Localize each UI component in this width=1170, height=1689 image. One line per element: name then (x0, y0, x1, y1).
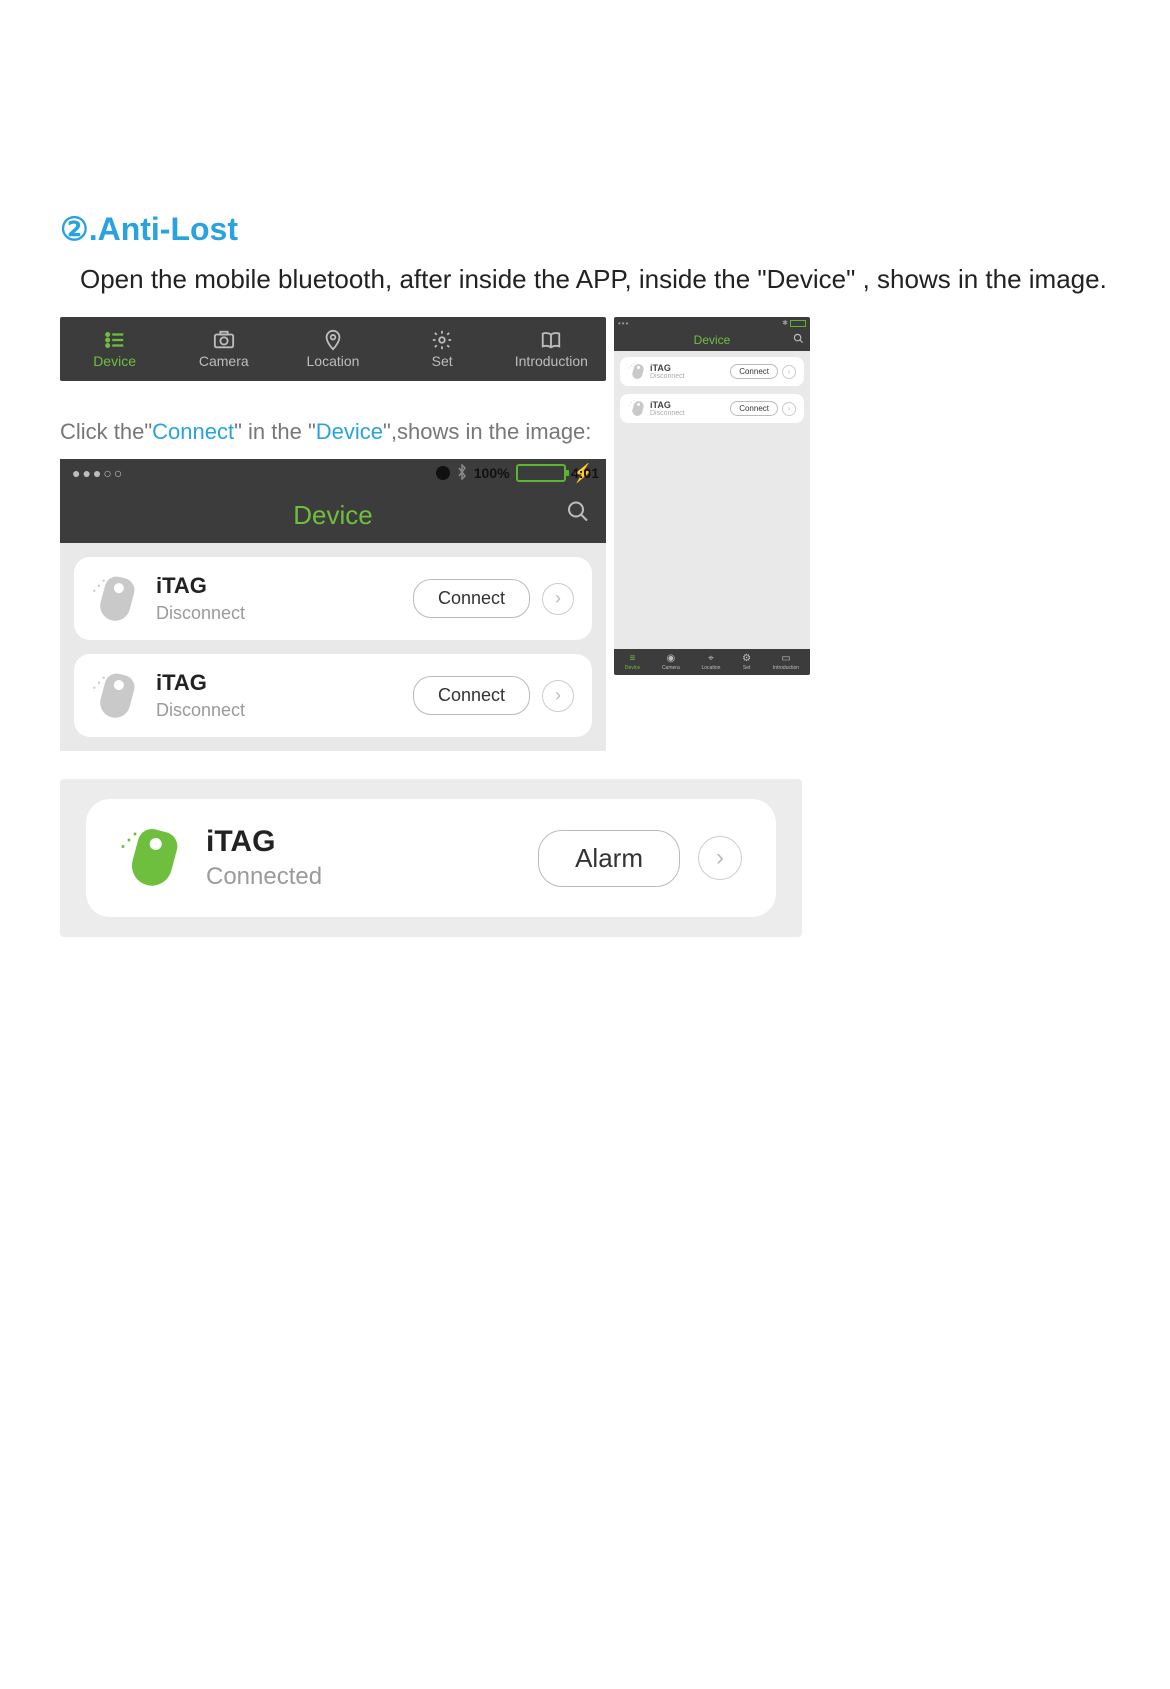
mini-device-row: ⋰ iTAG Disconnect Connect › (620, 357, 804, 386)
status-bar: ●●●○○ 4:01 100% ⚡ (60, 459, 606, 487)
nav-camera[interactable]: Camera (174, 329, 274, 369)
itag-icon: ⋰ (92, 674, 136, 718)
chevron-right-icon[interactable]: › (542, 680, 574, 712)
nav-device[interactable]: ≡Device (625, 653, 640, 671)
device-name: iTAG (650, 363, 730, 373)
mini-title-bar: Device (614, 329, 810, 351)
device-status: Disconnect (650, 373, 730, 380)
nav-label: Location (307, 353, 360, 369)
device-app-screenshot: ●●●○○ 4:01 100% ⚡ Device (60, 459, 606, 751)
nav-set[interactable]: Set (392, 329, 492, 369)
device-row: ⋰ iTAG Disconnect Connect › (74, 654, 592, 737)
device-list: ⋰ iTAG Disconnect Connect › ⋰ (60, 543, 606, 751)
device-status: Connected (206, 863, 538, 891)
search-icon[interactable] (566, 500, 590, 531)
connect-button[interactable]: Connect (413, 676, 530, 715)
location-icon (322, 329, 344, 351)
list-icon (104, 329, 126, 351)
chevron-right-icon[interactable]: › (698, 836, 742, 880)
mini-title: Device (694, 333, 731, 347)
nav-device[interactable]: Device (65, 329, 165, 369)
connected-row: ⋰ iTAG Connected Alarm › (86, 799, 776, 917)
nav-label: Device (93, 353, 136, 369)
itag-icon: ⋰ (92, 577, 136, 621)
top-nav-bar: Device Camera Location (60, 317, 606, 381)
device-name: iTAG (650, 400, 730, 410)
camera-icon: ◉ (666, 653, 675, 665)
app-title: Device (293, 500, 372, 531)
device-name: iTAG (206, 825, 538, 859)
book-icon (540, 329, 562, 351)
app-title-bar: Device (60, 487, 606, 543)
device-status: Disconnect (156, 603, 413, 624)
section-body: Open the mobile bluetooth, after inside … (80, 260, 1110, 299)
nav-location[interactable]: Location (283, 329, 383, 369)
mini-phone-screenshot: ••• ✱ Device ⋰ (614, 317, 810, 675)
list-icon: ≡ (630, 653, 636, 665)
nav-camera[interactable]: ◉Camera (662, 653, 680, 671)
mini-device-row: ⋰ iTAG Disconnect Connect › (620, 394, 804, 423)
connect-button[interactable]: Connect (413, 579, 530, 618)
connect-button[interactable]: Connect (730, 401, 778, 416)
alarm-button[interactable]: Alarm (538, 830, 680, 887)
connect-button[interactable]: Connect (730, 364, 778, 379)
nav-set[interactable]: ⚙Set (742, 653, 751, 671)
location-icon: ⌖ (708, 653, 714, 665)
mini-bottom-nav: ≡Device ◉Camera ⌖Location ⚙Set ▭Introduc… (614, 649, 810, 675)
search-icon[interactable] (793, 333, 804, 347)
mini-device-list: ⋰ iTAG Disconnect Connect › ⋰ (614, 351, 810, 429)
device-name: iTAG (156, 670, 413, 696)
gear-icon (431, 329, 453, 351)
nav-introduction[interactable]: Introduction (501, 329, 601, 369)
section-title: ②.Anti-Lost (60, 210, 1110, 248)
itag-icon: ⋰ (628, 401, 644, 417)
chevron-right-icon[interactable]: › (542, 583, 574, 615)
instruction-line: Click the"Connect" in the "Device",shows… (60, 419, 606, 445)
itag-icon: ⋰ (120, 830, 176, 886)
nav-location[interactable]: ⌖Location (702, 653, 721, 671)
mini-status-bar: ••• ✱ (614, 317, 810, 329)
signal-dots: ●●●○○ (72, 465, 124, 481)
device-status: Disconnect (156, 700, 413, 721)
alarm-icon (436, 466, 450, 480)
device-status: Disconnect (650, 410, 730, 417)
bluetooth-icon (456, 464, 468, 483)
connected-block: ⋰ iTAG Connected Alarm › (60, 779, 802, 937)
mini-bluetooth-icon: ✱ (782, 319, 788, 327)
mini-battery-icon (790, 320, 806, 327)
chevron-right-icon[interactable]: › (782, 365, 796, 379)
mini-signal-dots: ••• (618, 319, 629, 328)
chevron-right-icon[interactable]: › (782, 402, 796, 416)
nav-label: Set (432, 353, 453, 369)
gear-icon: ⚙ (742, 653, 751, 665)
device-row: ⋰ iTAG Disconnect Connect › (74, 557, 592, 640)
nav-introduction[interactable]: ▭Introduction (773, 653, 799, 671)
itag-icon: ⋰ (628, 364, 644, 380)
battery-icon (516, 464, 566, 482)
device-name: iTAG (156, 573, 413, 599)
nav-label: Camera (199, 353, 249, 369)
status-time: 4:01 (571, 465, 599, 481)
book-icon: ▭ (781, 653, 790, 665)
nav-label: Introduction (515, 353, 588, 369)
camera-icon (213, 329, 235, 351)
battery-pct: 100% (474, 465, 510, 481)
